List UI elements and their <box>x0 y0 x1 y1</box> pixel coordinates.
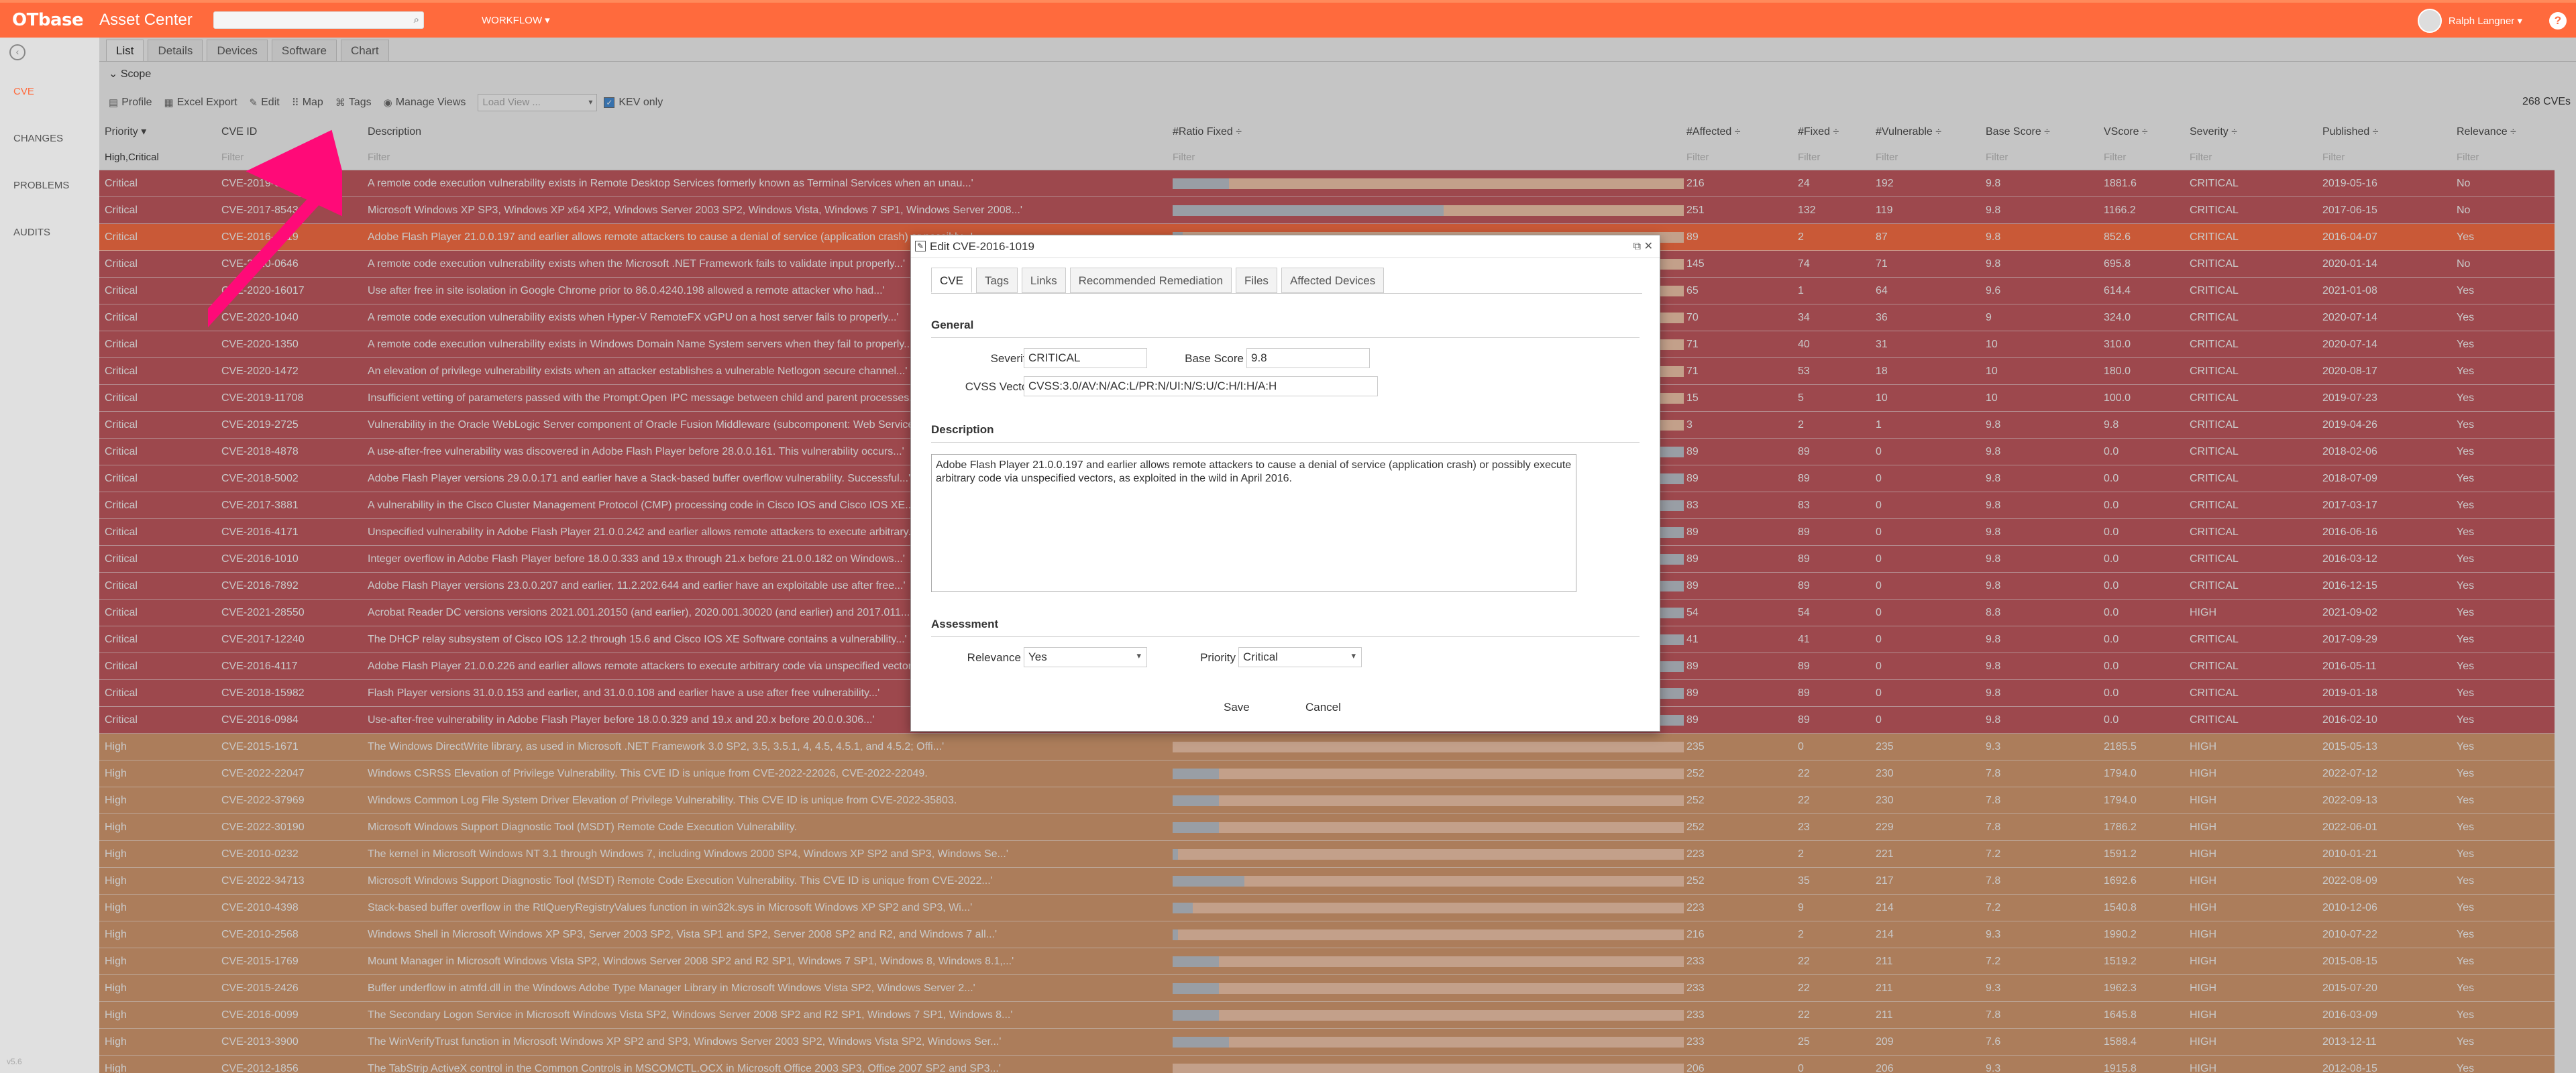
search-input[interactable]: ⌕ <box>213 11 424 29</box>
edit-cve-dialog: ✎ Edit CVE-2016-1019 ⧉ ✕ CVE Tags Links … <box>910 235 1660 732</box>
chevron-down-icon: ▾ <box>1136 651 1141 661</box>
maximize-icon[interactable]: ⧉ <box>1633 235 1641 258</box>
version-label: v5.6 <box>7 1057 22 1066</box>
edit-icon: ✎ <box>915 241 926 251</box>
sidebar-item-cve[interactable]: CVE <box>13 86 34 97</box>
tab-cve[interactable]: CVE <box>931 268 972 293</box>
tab-tags[interactable]: Tags <box>975 268 1018 293</box>
priority-select[interactable]: Critical ▾ <box>1238 647 1362 667</box>
search-icon[interactable]: ⌕ <box>414 14 419 25</box>
tab-links[interactable]: Links <box>1021 268 1066 293</box>
description-textarea[interactable]: Adobe Flash Player 21.0.0.197 and earlie… <box>931 454 1576 592</box>
tab-recommended-remediation[interactable]: Recommended Remediation <box>1069 268 1232 293</box>
assessment-heading: Assessment <box>931 618 1640 637</box>
cvss-vector-field[interactable]: CVSS:3.0/AV:N/AC:L/PR:N/UI:N/S:U/C:H/I:H… <box>1024 376 1378 396</box>
tab-files[interactable]: Files <box>1236 268 1277 293</box>
sidebar-item-changes[interactable]: CHANGES <box>13 133 63 144</box>
base-score-label: Base Score <box>1185 352 1244 365</box>
user-menu[interactable]: Ralph Langner ▾ <box>2417 9 2522 33</box>
tab-affected-devices[interactable]: Affected Devices <box>1281 268 1385 293</box>
cvss-vector-label: CVSS Vector <box>965 380 1032 393</box>
dialog-title-bar: ✎ Edit CVE-2016-1019 ⧉ ✕ <box>911 235 1660 258</box>
sidebar: ‹ CVE CHANGES PROBLEMS AUDITS v5.6 <box>0 38 99 1073</box>
base-score-field[interactable]: 9.8 <box>1246 348 1370 368</box>
avatar <box>2417 9 2442 33</box>
priority-label: Priority <box>1200 651 1236 664</box>
close-icon[interactable]: ✕ <box>1644 235 1653 258</box>
help-icon[interactable]: ? <box>2549 12 2567 30</box>
otbase-logo[interactable]: OTbase <box>12 10 84 30</box>
top-bar: OTbase Asset Center ⌕ WORKFLOW ▾ Ralph L… <box>0 0 2576 38</box>
cancel-button[interactable]: Cancel <box>1305 701 1341 714</box>
severity-field[interactable]: CRITICAL <box>1024 348 1147 368</box>
app-title: Asset Center <box>99 11 193 29</box>
severity-label: Severity <box>990 352 1032 365</box>
dialog-tabs: CVE Tags Links Recommended Remediation F… <box>931 268 1388 293</box>
workflow-menu[interactable]: WORKFLOW ▾ <box>482 14 550 26</box>
back-icon[interactable]: ‹ <box>9 44 25 60</box>
relevance-value: Yes <box>1028 651 1047 663</box>
relevance-select[interactable]: Yes ▾ <box>1024 647 1147 667</box>
chevron-down-icon: ▾ <box>1351 651 1356 661</box>
pointer-arrow-icon <box>208 129 342 356</box>
user-name: Ralph Langner ▾ <box>2448 15 2522 27</box>
relevance-label: Relevance <box>967 651 1021 664</box>
tab-divider <box>931 293 1642 294</box>
general-heading: General <box>931 319 1640 338</box>
priority-value: Critical <box>1243 651 1278 663</box>
dialog-title: Edit CVE-2016-1019 <box>930 240 1034 253</box>
description-heading: Description <box>931 423 1640 443</box>
sidebar-item-problems[interactable]: PROBLEMS <box>13 180 69 191</box>
sidebar-item-audits[interactable]: AUDITS <box>13 227 50 238</box>
save-button[interactable]: Save <box>1224 701 1250 714</box>
